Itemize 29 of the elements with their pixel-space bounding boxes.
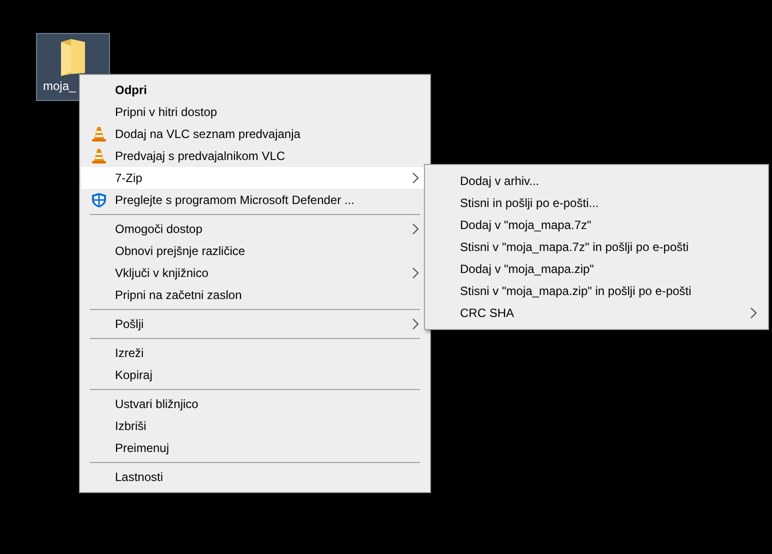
menu-item[interactable]: CRC SHA [426, 302, 767, 324]
menu-item[interactable]: Omogoči dostop [81, 218, 429, 240]
menu-item[interactable]: Stisni v "moja_mapa.zip" in pošlji po e-pošti [426, 280, 767, 302]
menu-item[interactable]: Pripni v hitri dostop [81, 101, 429, 123]
menu-item[interactable]: Dodaj v arhiv... [426, 170, 767, 192]
menu-item[interactable]: Lastnosti [81, 466, 429, 488]
chevron-icon [412, 318, 419, 330]
menu-item[interactable]: Stisni in pošlji po e-pošti... [426, 192, 767, 214]
menu-item[interactable]: Ustvari bližnjico [81, 393, 429, 415]
menu-item[interactable]: Dodaj na VLC seznam predvajanja [81, 123, 429, 145]
chevron-icon [412, 172, 419, 184]
chevron-icon [412, 267, 419, 279]
traffic-cone-icon [91, 148, 107, 164]
menu-item[interactable]: Izbriši [81, 415, 429, 437]
menu-item[interactable]: Predvajaj s predvajalnikom VLC [81, 145, 429, 167]
menu-item[interactable]: Dodaj v "moja_mapa.7z" [426, 214, 767, 236]
menu-item[interactable]: Preglejte s programom Microsoft Defender ... [81, 189, 429, 211]
traffic-cone-icon [91, 126, 107, 142]
chevron-icon [412, 223, 419, 235]
menu-item[interactable]: Pošlji [81, 313, 429, 335]
menu-item[interactable]: Preimenuj [81, 437, 429, 459]
menu-item[interactable]: Izreži [81, 342, 429, 364]
shield-icon [91, 192, 107, 208]
icon-label: moja_ [43, 79, 76, 93]
chevron-icon [750, 307, 757, 319]
menu-item[interactable]: Stisni v "moja_mapa.7z" in pošlji po e-pošti [426, 236, 767, 258]
menu-item[interactable]: Kopiraj [81, 364, 429, 386]
menu-item[interactable]: Vključi v knjižnico [81, 262, 429, 284]
menu-item[interactable]: Dodaj v "moja_mapa.zip" [426, 258, 767, 280]
